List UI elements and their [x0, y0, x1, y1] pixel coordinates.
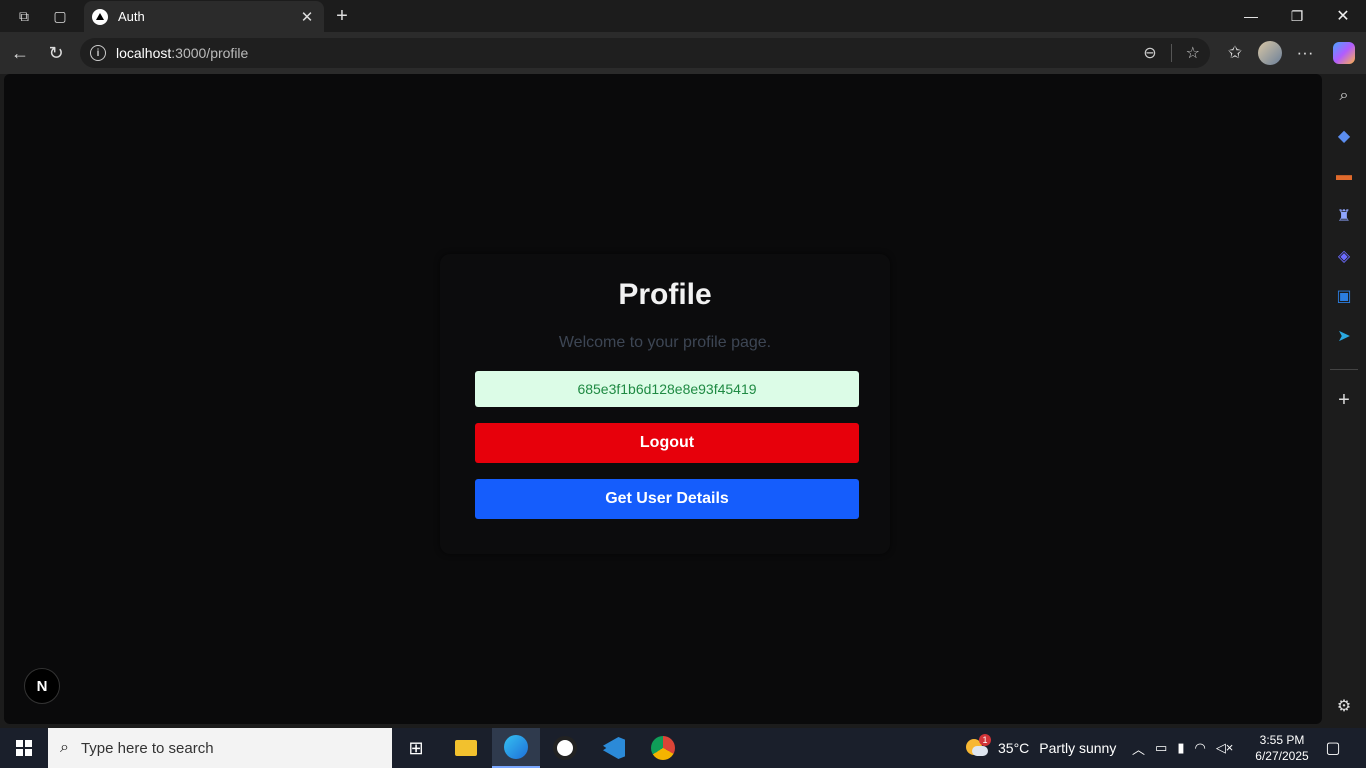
close-tab-icon[interactable]: ✕	[298, 8, 316, 26]
edge-taskbar-icon[interactable]	[492, 728, 540, 768]
tab-auth[interactable]: Auth ✕	[84, 1, 324, 32]
profile-avatar[interactable]	[1257, 38, 1283, 68]
search-icon[interactable]: ⌕	[1333, 85, 1355, 107]
clock[interactable]: 3:55 PM 6/27/2025	[1252, 728, 1312, 768]
chrome-icon[interactable]	[639, 728, 687, 768]
profile-card: Profile Welcome to your profile page. 68…	[440, 254, 890, 554]
sidebar-divider	[1330, 369, 1358, 370]
vertical-tabs-icon[interactable]: ▢	[45, 1, 75, 31]
site-info-icon[interactable]: i	[90, 45, 106, 61]
start-button[interactable]	[0, 728, 48, 768]
taskbar-search-box[interactable]: ⌕ Type here to search	[48, 728, 392, 768]
close-window-icon[interactable]: ✕	[1320, 0, 1366, 32]
favorites-icon[interactable]: ✩	[1222, 38, 1248, 68]
clock-date: 6/27/2025	[1255, 749, 1309, 763]
favorite-star-icon[interactable]: ☆	[1186, 43, 1200, 63]
vscode-icon[interactable]	[590, 728, 638, 768]
address-bar[interactable]: i localhost:3000/profile ⊖ ☆	[80, 38, 1210, 68]
windows-logo-icon	[16, 740, 32, 756]
page-viewport: Profile Welcome to your profile page. 68…	[4, 74, 1322, 724]
nextjs-favicon-icon	[92, 8, 108, 25]
logout-button[interactable]: Logout	[475, 423, 859, 463]
shopping-tag-icon[interactable]: ◆	[1333, 125, 1355, 147]
github-desktop-icon[interactable]	[541, 728, 589, 768]
url-host: localhost	[116, 45, 172, 61]
tools-briefcase-icon[interactable]: ▬	[1333, 165, 1355, 187]
get-user-details-button[interactable]: Get User Details	[475, 479, 859, 519]
windows-taskbar: ⌕ Type here to search ⊞ 1 35°C Partly su…	[0, 728, 1366, 768]
browser-title-bar: ⧉ ▢ Auth ✕ + — ❐ ✕	[0, 0, 1366, 32]
page-subtitle: Welcome to your profile page.	[558, 334, 772, 351]
games-chess-icon[interactable]: ♜	[1333, 205, 1355, 227]
search-placeholder: Type here to search	[80, 739, 214, 757]
back-icon[interactable]: ←	[5, 38, 35, 68]
address-separator	[1170, 44, 1172, 62]
page-title: Profile	[618, 278, 712, 311]
url-path: :3000/profile	[171, 45, 249, 61]
wifi-icon[interactable]: ◠	[1194, 740, 1205, 756]
nextjs-dev-indicator[interactable]: N	[24, 668, 60, 704]
tab-title: Auth	[118, 9, 145, 24]
file-explorer-icon[interactable]	[442, 728, 490, 768]
telegram-send-icon[interactable]: ➤	[1333, 325, 1355, 347]
restore-icon[interactable]: ❐	[1274, 0, 1320, 32]
read-aloud-icon[interactable]: ⊖	[1143, 43, 1156, 63]
outlook-icon[interactable]: ▣	[1333, 285, 1355, 307]
temperature-text: 35°C	[998, 740, 1030, 756]
weather-alert-badge: 1	[979, 734, 991, 746]
system-tray: ︿ ▭ ▮ ◠ ◁×	[1132, 728, 1233, 768]
meet-now-camera-icon[interactable]: ▭	[1155, 740, 1167, 756]
copilot-sidebar-icon[interactable]: ◈	[1333, 245, 1355, 267]
sidebar-settings-gear-icon[interactable]: ⚙	[1333, 695, 1355, 717]
weather-widget[interactable]: 1 35°C Partly sunny	[964, 728, 1116, 768]
minimize-icon[interactable]: —	[1228, 0, 1274, 32]
weather-partly-sunny-icon: 1	[964, 734, 991, 759]
browser-toolbar: ← ↻ i localhost:3000/profile ⊖ ☆ ✩ ···	[0, 32, 1366, 74]
weather-text: Partly sunny	[1039, 740, 1117, 756]
workspaces-icon[interactable]: ⧉	[9, 1, 39, 31]
add-sidebar-app-icon[interactable]: +	[1333, 389, 1355, 411]
edge-sidebar: ⌕ ◆ ▬ ♜ ◈ ▣ ➤ + ⚙	[1322, 74, 1366, 724]
battery-icon[interactable]: ▮	[1177, 740, 1184, 756]
notifications-icon[interactable]: ▢	[1322, 728, 1344, 768]
more-options-icon[interactable]: ···	[1292, 38, 1318, 68]
clock-time: 3:55 PM	[1259, 733, 1305, 747]
search-magnifier-icon: ⌕	[60, 739, 69, 756]
new-tab-icon[interactable]: +	[327, 1, 357, 31]
copilot-icon[interactable]	[1331, 38, 1357, 68]
task-view-icon[interactable]: ⊞	[392, 728, 440, 768]
refresh-icon[interactable]: ↻	[41, 38, 71, 68]
show-hidden-icons-chevron-icon[interactable]: ︿	[1132, 739, 1145, 758]
user-id-badge[interactable]: 685e3f1b6d128e8e93f45419	[475, 371, 859, 407]
volume-muted-icon[interactable]: ◁×	[1216, 740, 1234, 756]
